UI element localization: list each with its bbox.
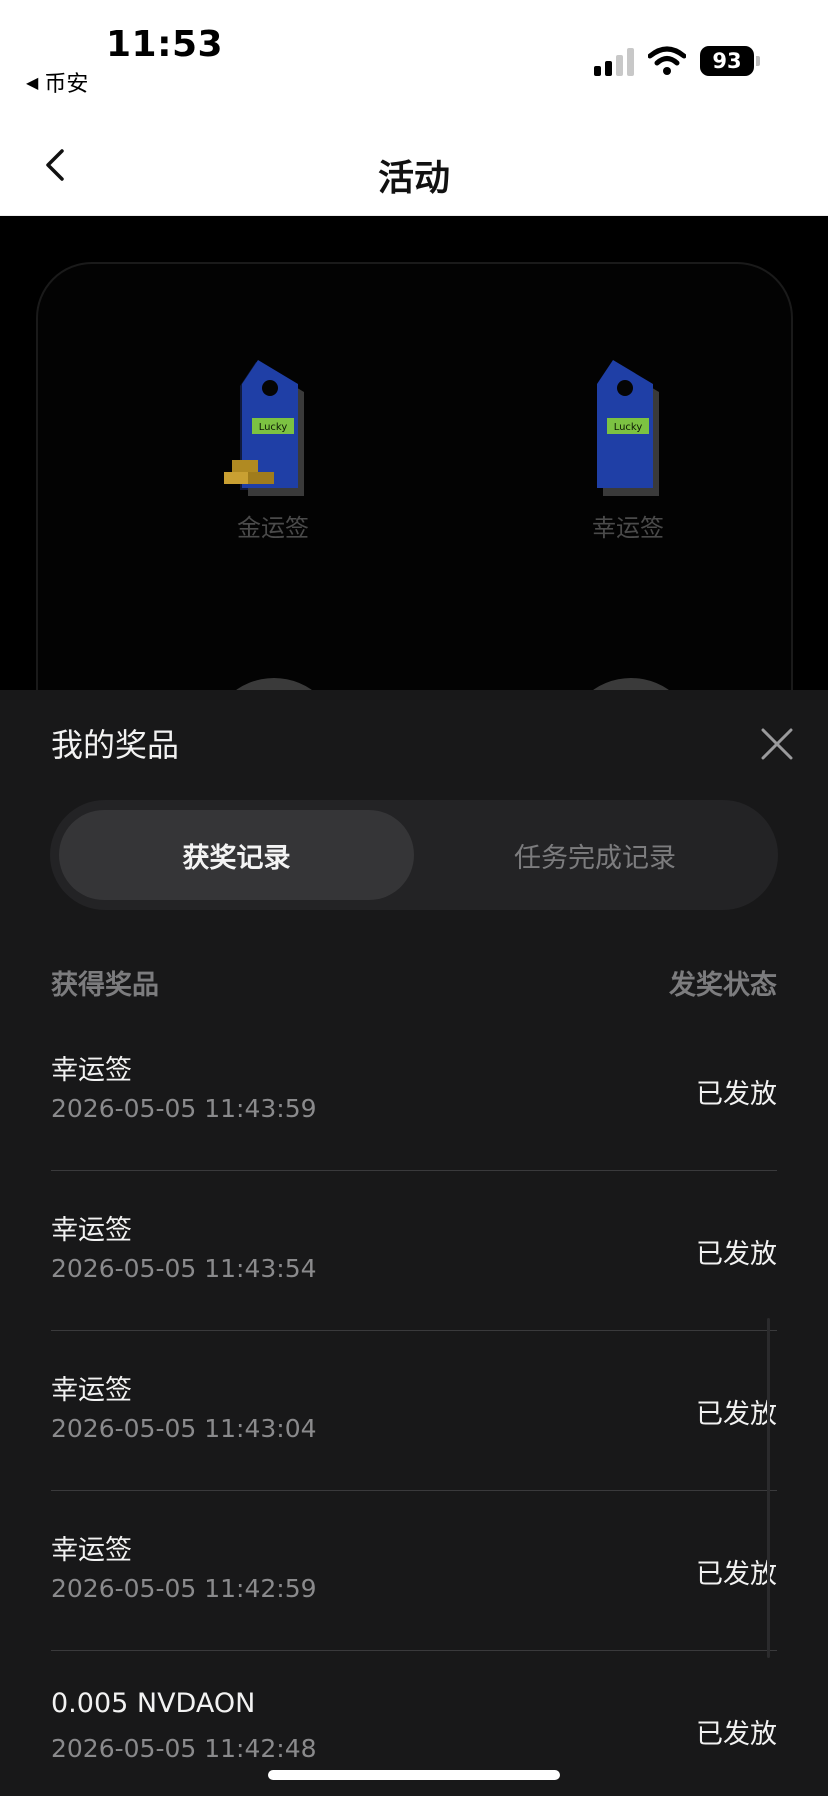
prize-status: 已发放 xyxy=(696,1239,777,1270)
nav-bar: 活动 xyxy=(0,115,828,216)
app-screen: 11:53 ◀ 币安 93 活动 Lucky 金运签 Lucky 幸运签 我的奖… xyxy=(0,0,828,1796)
column-header-status: 发奖状态 xyxy=(669,970,777,1001)
list-item: 幸运签 2026-05-05 11:43:54 已发放 xyxy=(0,1170,828,1330)
prize-name: 幸运签 xyxy=(51,1375,132,1406)
scrollbar[interactable] xyxy=(767,1318,770,1658)
reward-gold-lucky-tag: Lucky 金运签 xyxy=(183,360,363,543)
lucky-tag-icon: Lucky xyxy=(573,360,683,500)
gold-tag-text: Lucky xyxy=(259,422,288,433)
home-indicator[interactable] xyxy=(268,1770,560,1780)
column-header-prize: 获得奖品 xyxy=(51,970,159,1001)
prize-status: 已发放 xyxy=(696,1399,777,1430)
prize-time: 2026-05-05 11:43:04 xyxy=(51,1414,317,1443)
prize-name: 幸运签 xyxy=(51,1215,132,1246)
list-item: 幸运签 2026-05-05 11:42:59 已发放 xyxy=(0,1490,828,1650)
page-title: 活动 xyxy=(377,158,450,199)
tab-prize-records[interactable]: 获奖记录 xyxy=(59,810,414,900)
my-prizes-sheet: 我的奖品 获奖记录 任务完成记录 获得奖品 发奖状态 幸运签 2026-05-0… xyxy=(0,690,828,1796)
list-item: 幸运签 2026-05-05 11:43:04 已发放 xyxy=(0,1330,828,1490)
tab-task-records[interactable]: 任务完成记录 xyxy=(420,810,770,900)
prize-record-list: 幸运签 2026-05-05 11:43:59 已发放 幸运签 2026-05-… xyxy=(0,1010,828,1796)
lucky-tag-text: Lucky xyxy=(614,422,643,433)
wifi-icon xyxy=(648,46,686,75)
list-item: 幸运签 2026-05-05 11:43:59 已发放 xyxy=(0,1010,828,1170)
prize-status: 已发放 xyxy=(696,1079,777,1110)
prize-name: 0.005 NVDAON xyxy=(51,1688,256,1719)
reward-label: 金运签 xyxy=(237,514,309,542)
cellular-signal-icon xyxy=(594,48,636,76)
prize-name: 幸运签 xyxy=(51,1535,132,1566)
battery-icon: 93 xyxy=(700,46,760,76)
prize-time: 2026-05-05 11:42:48 xyxy=(51,1734,317,1763)
reward-lucky-tag: Lucky 幸运签 xyxy=(538,360,718,543)
battery-tip xyxy=(756,56,760,66)
prize-time: 2026-05-05 11:42:59 xyxy=(51,1574,317,1603)
status-time: 11:53 xyxy=(106,24,224,65)
prize-name: 幸运签 xyxy=(51,1055,132,1086)
prize-time: 2026-05-05 11:43:54 xyxy=(51,1254,317,1283)
gold-lucky-tag-icon: Lucky xyxy=(218,360,328,500)
reward-label: 幸运签 xyxy=(592,514,664,542)
records-tab-switch: 获奖记录 任务完成记录 xyxy=(50,800,778,910)
prize-time: 2026-05-05 11:43:59 xyxy=(51,1094,317,1123)
back-to-app-link[interactable]: ◀ 币安 xyxy=(26,66,88,98)
prize-status: 已发放 xyxy=(696,1719,777,1750)
back-app-label: 币安 xyxy=(44,72,89,97)
prize-status: 已发放 xyxy=(696,1559,777,1590)
sheet-title: 我的奖品 xyxy=(51,726,180,764)
battery-level: 93 xyxy=(700,46,754,76)
back-triangle-icon: ◀ xyxy=(26,72,39,92)
status-bar: 11:53 ◀ 币安 93 xyxy=(0,0,828,115)
close-icon[interactable] xyxy=(759,726,795,762)
